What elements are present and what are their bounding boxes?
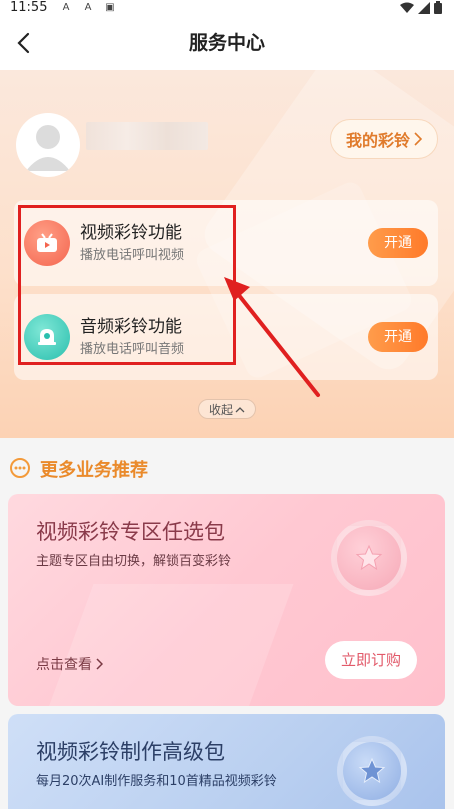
avatar[interactable] bbox=[16, 113, 80, 177]
highlight-box bbox=[18, 205, 236, 365]
annotation-arrow bbox=[224, 277, 320, 397]
battery-icon bbox=[434, 1, 442, 14]
view-details-label: 点击查看 bbox=[36, 657, 92, 673]
notification-icon: A bbox=[62, 2, 70, 13]
my-ring-label: 我的彩铃 bbox=[345, 131, 410, 150]
status-bar: 11:55 A A ▣ bbox=[0, 0, 454, 16]
nav-bar: 服务中心 bbox=[0, 16, 454, 70]
chevron-right-icon bbox=[414, 132, 422, 146]
package-subtitle: 主题专区自由切换，解锁百变彩铃 bbox=[36, 554, 232, 569]
signal-icon bbox=[418, 1, 430, 14]
wifi-icon bbox=[400, 2, 414, 13]
section-title: 更多业务推荐 bbox=[40, 460, 148, 481]
open-audio-ring-button[interactable]: 开通 bbox=[368, 322, 428, 352]
star-medal-icon bbox=[331, 520, 407, 596]
buy-now-button[interactable]: 立即订购 bbox=[325, 641, 417, 679]
chevron-right-icon bbox=[96, 658, 103, 670]
more-icon bbox=[10, 458, 30, 478]
package-card[interactable]: 视频彩铃专区任选包 主题专区自由切换，解锁百变彩铃 点击查看 立即订购 bbox=[8, 494, 445, 706]
open-video-ring-button[interactable]: 开通 bbox=[368, 228, 428, 258]
my-ring-button[interactable]: 我的彩铃 bbox=[330, 119, 438, 159]
star-medal-icon bbox=[337, 736, 407, 806]
package-title: 视频彩铃制作高级包 bbox=[36, 740, 225, 764]
status-icons bbox=[400, 1, 442, 14]
chevron-up-icon bbox=[235, 406, 245, 412]
blurred-username bbox=[86, 122, 208, 150]
package-card[interactable]: 视频彩铃制作高级包 每月20次AI制作服务和10首精品视频彩铃 bbox=[8, 714, 445, 809]
recommend-header: 更多业务推荐 bbox=[0, 438, 454, 492]
status-time: 11:55 bbox=[10, 0, 48, 15]
page-title: 服务中心 bbox=[188, 32, 265, 54]
package-subtitle: 每月20次AI制作服务和10首精品视频彩铃 bbox=[36, 774, 277, 789]
view-details-link[interactable]: 点击查看 bbox=[36, 654, 103, 674]
background-decoration bbox=[42, 584, 294, 706]
user-icon bbox=[26, 125, 70, 171]
notification-icon: A bbox=[84, 2, 92, 13]
package-title: 视频彩铃专区任选包 bbox=[36, 520, 225, 544]
notification-icon: ▣ bbox=[105, 2, 115, 13]
